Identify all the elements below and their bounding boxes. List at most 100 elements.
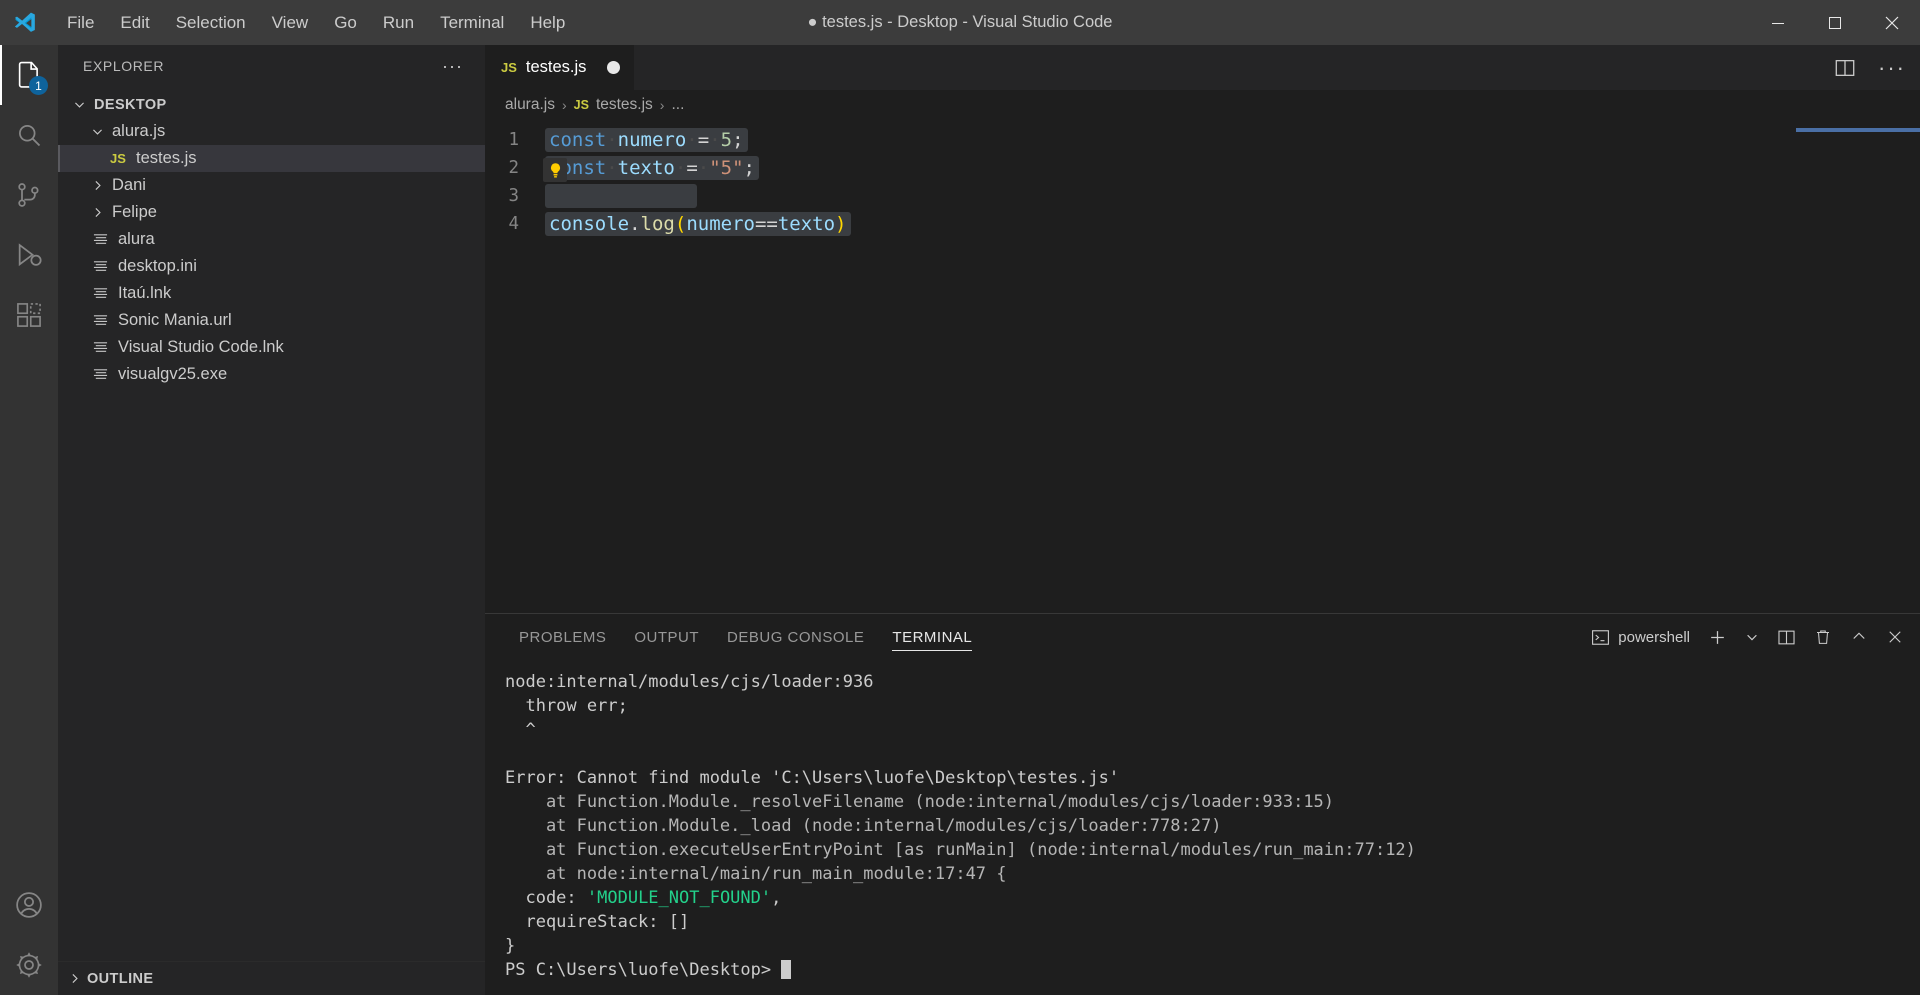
activity-item-settings[interactable] <box>0 935 58 995</box>
file-icon <box>88 259 112 274</box>
workbench-body: 1 EXPLORER ··· DESKTOP alura.js JS teste… <box>0 45 1920 995</box>
tree-row-alura-js-folder[interactable]: alura.js <box>58 118 485 145</box>
run-debug-icon <box>18 243 42 267</box>
outline-section-header[interactable]: OUTLINE <box>58 961 485 995</box>
terminal-line: throw err; <box>505 696 628 716</box>
close-button[interactable] <box>1863 0 1920 45</box>
terminal-line: node:internal/modules/cjs/loader:936 <box>505 672 874 692</box>
terminal-cursor <box>781 960 792 979</box>
vscode-window: File Edit Selection View Go Run Terminal… <box>0 0 1920 995</box>
editor-area: JS testes.js ··· alura.js › JS testes.js… <box>485 45 1920 995</box>
tree-row-desktop[interactable]: DESKTOP <box>58 91 485 118</box>
activity-item-search[interactable] <box>0 105 58 165</box>
code-editor[interactable]: 1 const·numero·=·5; 2 const·texto·=·"5";… <box>485 120 1920 613</box>
activity-item-source-control[interactable] <box>0 165 58 225</box>
breadcrumb-item-testes-js[interactable]: testes.js <box>596 96 653 114</box>
line-number: 4 <box>508 214 519 234</box>
activity-item-explorer[interactable]: 1 <box>0 45 58 105</box>
prompt-text: PS C:\Users\luofe\Desktop> <box>505 960 782 980</box>
code-line-content[interactable]: const·numero·=·5; <box>545 128 748 152</box>
code-line-content[interactable]: console.log(numero==texto) <box>545 212 851 236</box>
terminal-line: at Function.Module._resolveFilename (nod… <box>505 792 1335 812</box>
tab-output[interactable]: OUTPUT <box>620 614 713 660</box>
js-file-icon: JS <box>573 98 589 112</box>
tree-row-felipe[interactable]: Felipe <box>58 199 485 226</box>
panel-tab-list: PROBLEMS OUTPUT DEBUG CONSOLE TERMINAL p… <box>485 614 1920 660</box>
split-terminal-icon[interactable] <box>1777 628 1796 647</box>
title-bar: File Edit Selection View Go Run Terminal… <box>0 0 1920 45</box>
activity-item-accounts[interactable] <box>0 875 58 935</box>
menu-item-go[interactable]: Go <box>321 9 370 37</box>
file-icon <box>88 367 112 382</box>
file-icon <box>88 286 112 301</box>
tree-row-alura[interactable]: alura <box>58 226 485 253</box>
file-icon <box>88 232 112 247</box>
breadcrumb-item-symbols[interactable]: ... <box>671 96 684 114</box>
vscode-logo-icon <box>0 0 48 45</box>
menu-item-run[interactable]: Run <box>370 9 427 37</box>
terminal-output[interactable]: node:internal/modules/cjs/loader:936 thr… <box>485 660 1920 995</box>
sidebar-header: EXPLORER ··· <box>58 45 485 87</box>
terminal-line: ^ <box>505 720 536 740</box>
activity-item-extensions[interactable] <box>0 285 58 345</box>
tree-label: Felipe <box>112 203 157 221</box>
tree-row-visualgv25-exe[interactable]: visualgv25.exe <box>58 361 485 388</box>
tree-row-sonic-mania-url[interactable]: Sonic Mania.url <box>58 307 485 334</box>
editor-more-actions-icon[interactable]: ··· <box>1878 56 1906 78</box>
window-controls <box>1749 0 1920 45</box>
tree-label: visualgv25.exe <box>118 365 228 383</box>
tree-label: Dani <box>112 176 146 194</box>
tree-row-visual-studio-code-lnk[interactable]: Visual Studio Code.lnk <box>58 334 485 361</box>
code-line-content[interactable]: const·texto·=·"5"; <box>543 156 759 182</box>
sidebar-more-icon[interactable]: ··· <box>442 57 463 75</box>
breadcrumb-separator-icon: › <box>561 97 567 113</box>
tab-problems[interactable]: PROBLEMS <box>505 614 620 660</box>
tab-label: testes.js <box>525 58 587 76</box>
kill-terminal-icon[interactable] <box>1814 628 1832 646</box>
split-editor-icon[interactable] <box>1834 57 1856 79</box>
terminal-icon <box>1591 628 1610 647</box>
new-terminal-icon[interactable] <box>1708 628 1727 647</box>
menu-item-view[interactable]: View <box>259 9 322 37</box>
sidebar-explorer: EXPLORER ··· DESKTOP alura.js JS testes.… <box>58 45 485 995</box>
file-icon <box>88 313 112 328</box>
terminal-line: at Function.Module._load (node:internal/… <box>505 816 1222 836</box>
shell-name-label: powershell <box>1618 628 1690 646</box>
tree-row-desktop-ini[interactable]: desktop.ini <box>58 253 485 280</box>
maximize-panel-icon[interactable] <box>1850 628 1868 646</box>
lightbulb-icon[interactable] <box>543 158 567 182</box>
tree-label: alura.js <box>112 122 166 140</box>
tab-debug-console[interactable]: DEBUG CONSOLE <box>713 614 878 660</box>
menu-item-help[interactable]: Help <box>517 9 578 37</box>
minimap-slider[interactable] <box>1796 128 1920 132</box>
bottom-panel: PROBLEMS OUTPUT DEBUG CONSOLE TERMINAL p… <box>485 613 1920 995</box>
breadcrumb: alura.js › JS testes.js › ... <box>485 90 1920 120</box>
menu-item-terminal[interactable]: Terminal <box>427 9 517 37</box>
terminal-shell-selector[interactable]: powershell <box>1591 628 1690 647</box>
activity-item-run-debug[interactable] <box>0 225 58 285</box>
tree-row-dani[interactable]: Dani <box>58 172 485 199</box>
close-panel-icon[interactable] <box>1886 628 1904 646</box>
code-line-content[interactable] <box>545 184 697 208</box>
menu-item-file[interactable]: File <box>54 9 107 37</box>
tree-label: Visual Studio Code.lnk <box>118 338 284 356</box>
editor-tab-actions: ··· <box>1834 45 1906 90</box>
file-tree: DESKTOP alura.js JS testes.js Dani Felip… <box>58 87 485 961</box>
tree-row-itau-lnk[interactable]: Itaú.lnk <box>58 280 485 307</box>
chevron-down-icon <box>88 125 106 138</box>
breadcrumb-item-alura-js[interactable]: alura.js <box>505 96 555 114</box>
menu-item-edit[interactable]: Edit <box>107 9 162 37</box>
tab-testes-js[interactable]: JS testes.js <box>485 45 636 90</box>
dirty-indicator-icon[interactable] <box>607 61 621 74</box>
minimize-button[interactable] <box>1749 0 1806 45</box>
terminal-prompt[interactable]: PS C:\Users\luofe\Desktop> <box>505 960 792 980</box>
line-number: 2 <box>508 158 519 178</box>
maximize-button[interactable] <box>1806 0 1863 45</box>
tree-row-testes-js[interactable]: JS testes.js <box>58 145 485 172</box>
tree-label: desktop.ini <box>118 257 197 275</box>
tab-terminal[interactable]: TERMINAL <box>878 614 986 660</box>
tree-label: alura <box>118 230 155 248</box>
menu-item-selection[interactable]: Selection <box>163 9 259 37</box>
sidebar-title: EXPLORER <box>83 58 165 74</box>
terminal-dropdown-icon[interactable] <box>1745 630 1759 644</box>
